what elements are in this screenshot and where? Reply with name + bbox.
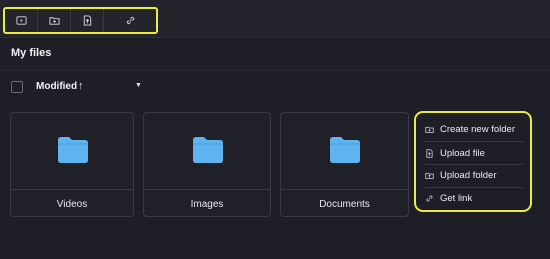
sort-direction-icon[interactable]: ↑ [78,80,84,92]
select-all-checkbox[interactable] [11,81,23,93]
header-divider [0,70,550,71]
folder-icon [330,137,360,163]
upload-file-icon [83,15,91,26]
folder-icon [193,137,223,163]
menu-item-label: Create new folder [440,124,515,135]
menu-item-label: Get link [440,193,473,204]
menu-divider [425,141,523,142]
sort-bar: Modified ↑ ▼ [0,77,550,99]
folder-icon [58,137,88,163]
page-title: My files [11,47,52,59]
folder-name: Documents [319,199,370,210]
folder-tile-images[interactable]: Images [143,112,271,217]
upload-file-icon [426,149,433,158]
menu-item-label: Upload folder [440,170,497,181]
tile-divider [281,189,408,190]
upload-video-button[interactable] [5,9,38,32]
link-icon [426,195,433,202]
upload-video-icon [15,16,27,25]
menu-item-upload-file[interactable]: Upload file [425,143,523,164]
new-folder-icon [425,126,434,133]
toolbar [0,0,550,38]
folder-name: Videos [56,199,88,210]
sort-label[interactable]: Modified [36,81,77,92]
upload-file-button[interactable] [71,9,104,32]
upload-folder-icon [425,172,434,179]
tile-divider [144,189,270,190]
context-menu: Create new folder Upload file Upload fol… [414,111,532,212]
menu-item-upload-folder[interactable]: Upload folder [425,165,523,186]
link-icon [126,16,134,25]
menu-item-label: Upload file [440,148,485,159]
new-folder-icon [48,17,60,25]
menu-item-get-link[interactable]: Get link [425,188,523,209]
folder-tile-documents[interactable]: Documents [280,112,409,217]
menu-item-create-new-folder[interactable]: Create new folder [425,119,523,140]
tile-divider [11,189,133,190]
sort-dropdown-caret-icon[interactable]: ▼ [135,82,142,89]
get-link-button[interactable] [104,9,156,32]
folder-tile-videos[interactable]: Videos [10,112,134,217]
folder-name: Images [190,199,224,210]
toolbar-highlight-group [3,7,158,34]
new-folder-button[interactable] [38,9,71,32]
